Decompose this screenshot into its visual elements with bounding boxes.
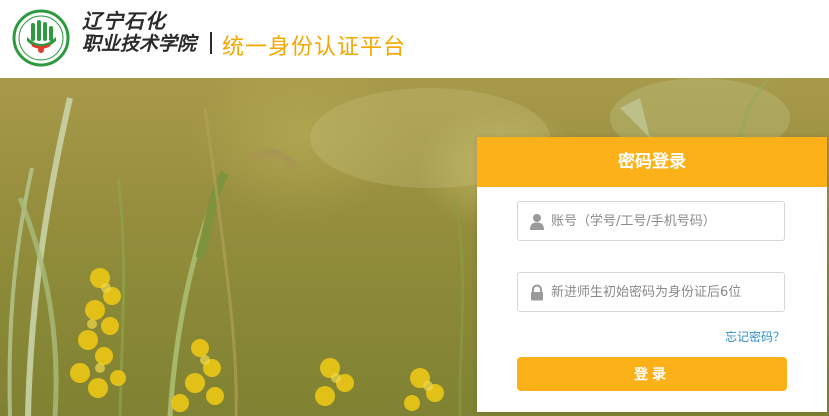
login-button[interactable]: 登录 xyxy=(517,357,787,391)
user-icon xyxy=(530,214,544,230)
password-input[interactable] xyxy=(551,273,777,311)
school-emblem-icon xyxy=(12,9,70,67)
username-input[interactable] xyxy=(551,202,777,240)
school-name: 辽宁石化 职业技术学院 xyxy=(82,10,196,56)
school-name-line1: 辽宁石化 xyxy=(82,9,166,33)
header-divider xyxy=(210,32,212,54)
platform-title: 统一身份认证平台 xyxy=(222,35,407,60)
top-header: 辽宁石化 职业技术学院 统一身份认证平台 xyxy=(0,0,829,78)
login-panel-title: 密码登录 xyxy=(477,137,827,187)
forgot-password-link[interactable]: 忘记密码？ xyxy=(725,328,785,345)
password-field[interactable] xyxy=(517,272,785,312)
username-field[interactable] xyxy=(517,201,785,241)
login-panel: 密码登录 忘记密码？ 登录 xyxy=(477,137,827,412)
lock-icon xyxy=(531,284,543,301)
school-name-line2: 职业技术学院 xyxy=(82,33,197,55)
